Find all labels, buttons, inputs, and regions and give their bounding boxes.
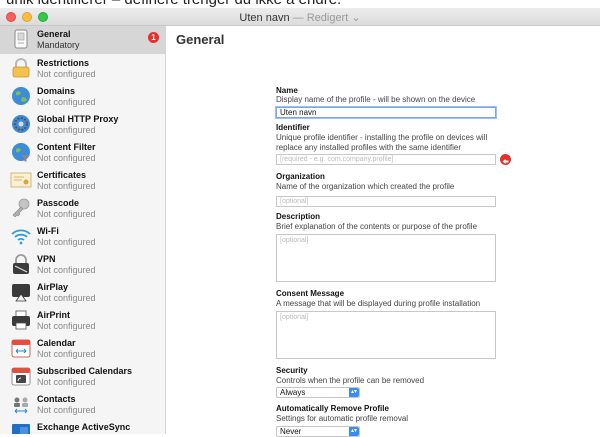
organization-field[interactable]: [optional] [276, 196, 496, 207]
sidebar-item-status: Not configured [37, 377, 96, 387]
sidebar-item-name: General [37, 29, 71, 39]
payload-sidebar: General Mandatory 1 Restrictions Not con… [0, 26, 166, 434]
sidebar-item-name: Contacts [37, 394, 76, 404]
sidebar-item-global-http-proxy[interactable]: Global HTTP Proxy Not configured [0, 111, 165, 139]
sidebar-item-name: Restrictions [37, 58, 90, 68]
security-select[interactable]: Always ▴▾ [276, 387, 360, 398]
sidebar-item-calendar[interactable]: Calendar Not configured [0, 335, 165, 363]
sidebar-item-content-filter[interactable]: Content Filter Not configured [0, 139, 165, 167]
organization-description: Name of the organization which created t… [276, 182, 455, 191]
sidebar-item-restrictions[interactable]: Restrictions Not configured [0, 55, 165, 83]
sidebar-item-status: Not configured [37, 293, 96, 303]
cropped-caption: unik identifierer – definere trenger du … [0, 0, 600, 8]
content-filter-icon [12, 143, 30, 162]
page-title: General [176, 32, 225, 47]
sidebar-item-status: Not configured [37, 405, 96, 415]
sidebar-item-name: Global HTTP Proxy [37, 114, 119, 124]
sidebar-item-name: Exchange ActiveSync [37, 422, 131, 432]
required-error-icon[interactable] [500, 154, 511, 165]
sidebar-item-wi-fi[interactable]: Wi-Fi Not configured [0, 223, 165, 251]
restrictions-icon [12, 58, 30, 78]
window-title[interactable]: Uten navn — Redigert ⌄ [0, 11, 600, 24]
name-description: Display name of the profile - will be sh… [276, 95, 476, 104]
auto-remove-select-value: Never [280, 427, 302, 436]
certificate-icon [10, 172, 32, 188]
sidebar-item-status: Not configured [37, 237, 96, 247]
sidebar-item-status: Not configured [37, 125, 96, 135]
chevron-updown-icon: ▴▾ [349, 427, 359, 436]
auto-remove-description: Settings for automatic profile removal [276, 414, 409, 423]
identifier-field[interactable]: [required - e.g. com.company.profile] [276, 154, 496, 165]
title-separator: — [289, 12, 307, 24]
general-profile-icon [14, 29, 28, 49]
consent-message-description: A message that will be displayed during … [276, 299, 481, 308]
sidebar-item-subscribed-calendars[interactable]: Subscribed Calendars Not configured [0, 363, 165, 391]
auto-remove-label: Automatically Remove Profile [276, 404, 389, 413]
sidebar-item-name: Certificates [37, 170, 87, 180]
cropped-caption-text: unik identifierer – definere trenger du … [6, 0, 341, 8]
sidebar-item-name: Passcode [37, 198, 80, 208]
sidebar-item-name: Subscribed Calendars [37, 366, 133, 376]
subscribed-calendar-icon [11, 367, 31, 386]
calendar-icon [11, 339, 31, 358]
identifier-description: Unique profile identifier - installing t… [276, 133, 488, 152]
name-field[interactable]: Uten navn [276, 107, 496, 118]
edited-status: Redigert [306, 12, 349, 24]
sidebar-item-name: VPN [37, 254, 56, 264]
sidebar-item-status: Mandatory [37, 40, 80, 50]
organization-label: Organization [276, 172, 325, 181]
sidebar-item-status: Not configured [37, 181, 96, 191]
sidebar-item-contacts[interactable]: Contacts Not configured [0, 391, 165, 419]
sidebar-item-certificates[interactable]: Certificates Not configured [0, 167, 165, 195]
sidebar-item-name: Calendar [37, 338, 76, 348]
airplay-icon [12, 284, 30, 302]
sidebar-item-name: Wi-Fi [37, 226, 59, 236]
vpn-icon [13, 254, 29, 274]
security-select-value: Always [280, 388, 306, 397]
consent-message-textarea[interactable]: [optional] [276, 311, 496, 359]
sidebar-item-name: AirPlay [37, 282, 69, 292]
sidebar-item-name: Domains [37, 86, 76, 96]
description-description: Brief explanation of the contents or pur… [276, 222, 478, 231]
security-description: Controls when the profile can be removed [276, 376, 425, 385]
sidebar-item-vpn[interactable]: VPN Not configured [0, 251, 165, 279]
sidebar-item-status: Not configured [37, 349, 96, 359]
sidebar-item-status: Not configured [37, 97, 96, 107]
sidebar-item-name: Content Filter [37, 142, 96, 152]
proxy-icon [12, 115, 30, 133]
name-label: Name [276, 86, 298, 95]
sidebar-item-status: Not configured [37, 265, 96, 275]
description-textarea[interactable]: [optional] [276, 234, 496, 282]
consent-message-label: Consent Message [276, 289, 345, 298]
sidebar-item-airprint[interactable]: AirPrint Not configured [0, 307, 165, 335]
title-chevron-icon: ⌄ [351, 12, 361, 24]
sidebar-item-airplay[interactable]: AirPlay Not configured [0, 279, 165, 307]
chevron-updown-icon: ▴▾ [349, 388, 359, 397]
sidebar-item-status: Not configured [37, 153, 96, 163]
sidebar-item-exchange-activesync[interactable]: Exchange ActiveSync [0, 419, 165, 434]
sidebar-item-status: Not configured [37, 209, 96, 219]
sidebar-item-passcode[interactable]: Passcode Not configured [0, 195, 165, 223]
security-label: Security [276, 366, 308, 375]
sidebar-item-domains[interactable]: Domains Not configured [0, 83, 165, 111]
key-icon [12, 198, 30, 218]
printer-icon [12, 310, 30, 330]
description-label: Description [276, 212, 321, 221]
document-name: Uten navn [239, 12, 290, 24]
title-bar: Uten navn — Redigert ⌄ [0, 8, 600, 26]
exchange-icon [12, 424, 30, 434]
domains-globe-icon [12, 87, 30, 105]
sidebar-item-general[interactable]: General Mandatory 1 [0, 26, 165, 54]
sidebar-item-status: Not configured [37, 321, 96, 331]
contacts-icon [14, 397, 28, 414]
auto-remove-select[interactable]: Never ▴▾ [276, 426, 360, 437]
identifier-label: Identifier [276, 123, 310, 132]
sidebar-item-name: AirPrint [37, 310, 71, 320]
general-settings-panel: General Name Display name of the profile… [166, 26, 600, 437]
wifi-icon [11, 229, 31, 245]
error-count-badge: 1 [148, 32, 159, 43]
arrow-left-icon [502, 159, 509, 164]
sidebar-item-status: Not configured [37, 69, 96, 79]
